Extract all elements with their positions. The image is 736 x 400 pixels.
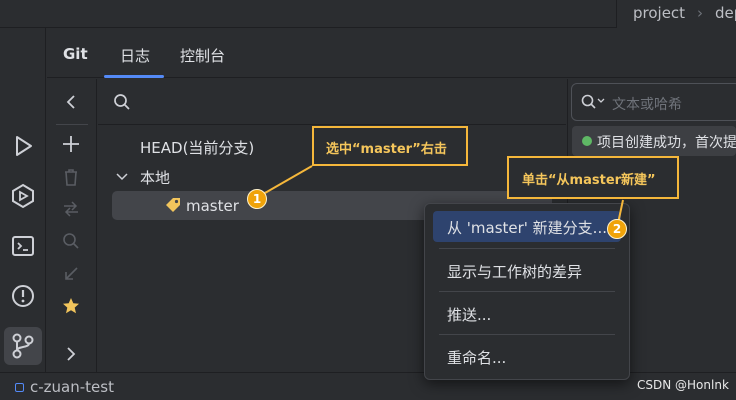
step-marker-2: 2 [607, 219, 627, 239]
annotation-arrows [257, 165, 624, 229]
annotation-callout-1: 选中“master”右击 [312, 126, 468, 166]
step-marker-1: 1 [247, 189, 267, 209]
annotation-callout-2: 单击“从master新建” [507, 156, 679, 199]
